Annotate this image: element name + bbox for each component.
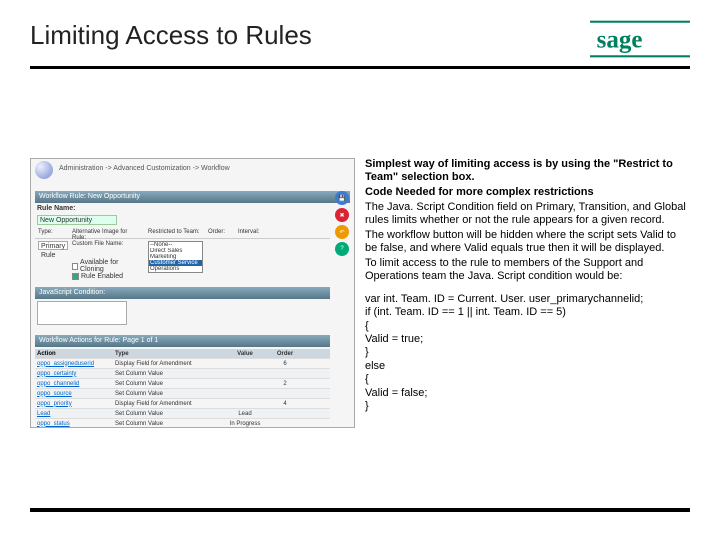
sage-logo: sage [590,20,690,63]
table-row: oppo_channelidSet Column Value2 [35,379,330,389]
table-row: oppo_sourceSet Column Value [35,389,330,399]
table-row: oppo_priorityDisplay Field for Amendment… [35,399,330,409]
para-limit-teams: To limit access to the rule to members o… [365,257,690,283]
table-row: oppo_statusSet Column ValueIn Progress [35,419,330,428]
footer-rule [30,508,690,512]
js-condition-title: JavaScript Condition: [35,287,330,299]
svg-text:sage: sage [597,26,643,53]
code-snippet: var int. Team. ID = Current. User. user_… [365,293,690,414]
help-icon[interactable]: ? [335,242,349,256]
rule-enabled-checkbox[interactable]: Rule Enabled [72,273,123,280]
available-cloning-checkbox[interactable]: Available for Cloning [72,259,132,273]
para-js-condition: The Java. Script Condition field on Prim… [365,201,690,227]
js-condition-field[interactable] [37,301,127,325]
workflow-actions-title: Workflow Actions for Rule: Page 1 of 1 [35,335,330,347]
cancel-icon[interactable]: ↶ [335,225,349,239]
restrict-to-team-select[interactable]: --None-- Direct Sales Marketing Customer… [148,241,203,273]
rule-name-label: Rule Name: [37,205,76,212]
panel-title: Workflow Rule: New Opportunity [35,191,350,203]
intro-simplest: Simplest way of limiting access is by us… [365,158,690,184]
table-row: oppo_certaintySet Column Value [35,369,330,379]
header-rule [30,66,690,69]
field-body-row: Primary Rule Custom File Name: Available… [35,241,330,281]
workflow-actions-table: Action Type Value Order oppo_assigneduse… [35,349,330,428]
admin-screenshot: Administration -> Advanced Customization… [30,158,355,428]
custom-file-label: Custom File Name: [72,241,142,247]
para-valid-flag: The workflow button will be hidden where… [365,229,690,255]
save-icon[interactable]: 💾 [335,191,349,205]
table-row: oppo_assigneduseridDisplay Field for Ame… [35,359,330,369]
delete-icon[interactable]: ✖ [335,208,349,222]
table-row: LeadSet Column ValueLead [35,409,330,419]
type-select[interactable]: Primary Rule [38,241,68,250]
globe-icon [35,161,53,179]
rule-name-value: New Opportunity [37,215,117,225]
explanatory-text: Simplest way of limiting access is by us… [365,158,690,428]
breadcrumb: Administration -> Advanced Customization… [59,165,230,172]
field-header-row: Type: Alternative Image for Rule: Restri… [35,229,330,239]
intro-code-needed: Code Needed for more complex restriction… [365,186,690,199]
